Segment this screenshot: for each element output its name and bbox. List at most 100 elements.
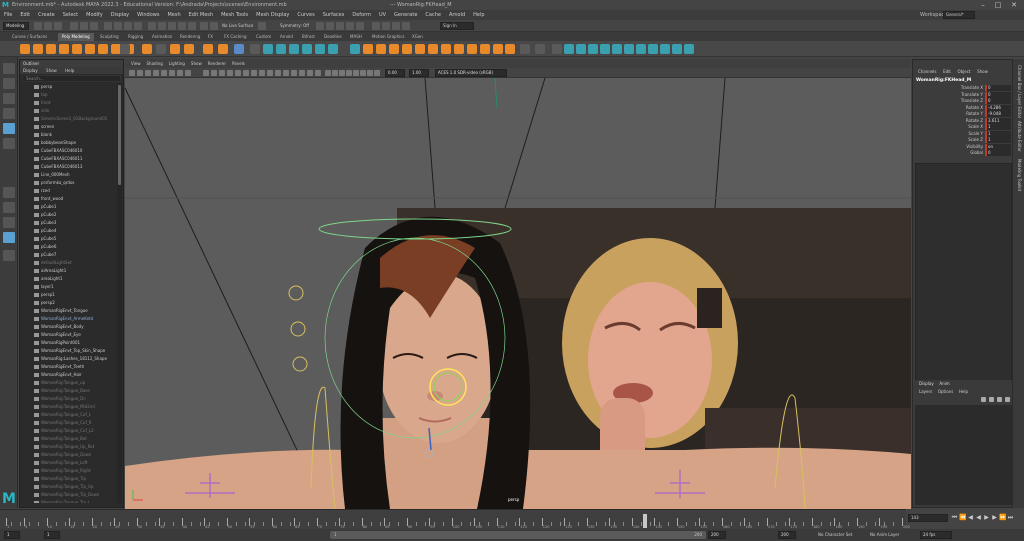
menu-mesh[interactable]: Mesh (163, 10, 184, 20)
status-tool-icon[interactable] (70, 22, 78, 30)
channel-box-menu-edit[interactable]: Edit (943, 69, 951, 74)
current-frame-marker[interactable] (643, 514, 648, 528)
viewport-menu-renderer[interactable]: Renderer (208, 61, 226, 66)
shelf-tab-fx[interactable]: FX (204, 33, 217, 41)
outliner-item[interactable]: rzed (20, 187, 117, 195)
shelf-tab-custom[interactable]: Custom (252, 33, 275, 41)
status-tool-icon[interactable] (80, 22, 88, 30)
menu-set-select[interactable]: Modeling (3, 22, 29, 30)
viewport-tool-icon[interactable] (259, 70, 265, 76)
viewport-tool-icon[interactable] (374, 70, 380, 76)
shelf-tool-icon[interactable] (636, 44, 646, 54)
outliner-item[interactable]: WomanRig:Tongue_Mid2nd (20, 403, 117, 411)
shelf-tool-icon[interactable] (120, 44, 130, 54)
viewport-tool-icon[interactable] (283, 70, 289, 76)
shelf-tool-icon[interactable] (276, 44, 286, 54)
menu-help[interactable]: Help (469, 10, 488, 20)
shelf-tool-icon[interactable] (624, 44, 634, 54)
outliner-item[interactable]: aiAreaLight1 (20, 267, 117, 275)
shelf-tab-arnold[interactable]: Arnold (276, 33, 297, 41)
outliner-item[interactable]: WomanRigEnvt_Body (20, 323, 117, 331)
shelf-tab-xgen[interactable]: XGen (408, 33, 427, 41)
viewport-tool-icon[interactable] (367, 70, 373, 76)
shelf-tool-icon[interactable] (20, 44, 30, 54)
select-tool-icon[interactable] (3, 63, 15, 74)
menu-arnold[interactable]: Arnold (445, 10, 469, 20)
maximize-icon[interactable]: □ (993, 1, 1003, 9)
menu-deform[interactable]: Deform (348, 10, 375, 20)
status-tool-icon[interactable] (258, 22, 266, 30)
status-tool-icon[interactable] (372, 22, 380, 30)
menu-select[interactable]: Select (59, 10, 82, 20)
channel-row[interactable]: Rotate X -4.286 (913, 104, 1013, 111)
playback-range-bar[interactable]: 1 200 (330, 531, 706, 539)
shelf-tool-icon[interactable] (454, 44, 464, 54)
menu-mesh-display[interactable]: Mesh Display (252, 10, 293, 20)
menu-file[interactable]: File (0, 10, 16, 20)
outliner-item[interactable]: WomanRig:Tongue_Cuf_L2 (20, 427, 117, 435)
menu-cache[interactable]: Cache (421, 10, 445, 20)
playback-start-field[interactable]: 1 (44, 531, 60, 539)
step-back-key-icon[interactable]: ⏪ (959, 514, 966, 522)
minimize-icon[interactable]: – (978, 1, 988, 9)
shelf-tool-icon[interactable] (564, 44, 574, 54)
shelf-tool-icon[interactable] (98, 44, 108, 54)
outliner-item[interactable]: pCube2 (20, 211, 117, 219)
outliner-item[interactable]: WomanRigEnvt_Hair (20, 371, 117, 379)
outliner-item[interactable]: pCube5 (20, 235, 117, 243)
outliner-item[interactable]: WomanRigEnvt_ArmeKetd (20, 315, 117, 323)
outliner-item[interactable]: WomanRigPoint001 (20, 339, 117, 347)
status-tool-icon[interactable] (90, 22, 98, 30)
outliner-item[interactable]: CubeFBXASC046011 (20, 155, 117, 163)
channel-value-field[interactable]: 1 (985, 124, 1011, 130)
step-back-frame-icon[interactable]: ◀ (967, 514, 974, 522)
viewport-tool-icon[interactable] (169, 70, 175, 76)
layer-menu-options[interactable]: Options (938, 389, 953, 394)
time-slider[interactable]: 1 5 10 15 20 25 30 35 40 45 50 55 60 65 70 75 80 85 90 95 10… (0, 509, 910, 529)
viewport-menu-panels[interactable]: Panels (232, 61, 245, 66)
layer-tab-anim[interactable]: Anim (939, 381, 949, 386)
shelf-tool-icon[interactable] (328, 44, 338, 54)
shelf-tool-icon[interactable] (234, 44, 244, 54)
shelf-tool-icon[interactable] (218, 44, 228, 54)
status-tool-icon[interactable] (210, 22, 218, 30)
outliner-item[interactable]: pCube3 (20, 219, 117, 227)
shelf-tool-icon[interactable] (315, 44, 325, 54)
outliner-item[interactable]: GenericScene1_01Background01 (20, 115, 117, 123)
shelf-tool-icon[interactable] (142, 44, 152, 54)
viewport-menu-show[interactable]: Show (191, 61, 202, 66)
layer-move-down-icon[interactable] (1005, 397, 1010, 402)
outliner-item[interactable]: Line_000Mesh (20, 171, 117, 179)
shelf-tab-bifrost[interactable]: Bifrost (298, 33, 319, 41)
viewport-tool-icon[interactable] (129, 70, 135, 76)
viewport-tool-icon[interactable] (275, 70, 281, 76)
outliner-menu-display[interactable]: Display (23, 68, 38, 73)
outliner-item[interactable]: blank (20, 131, 117, 139)
playback-end-field[interactable]: 200 (708, 531, 726, 539)
outliner-item[interactable]: WomanRig:Tongue_up (20, 379, 117, 387)
outliner-item[interactable]: CubeFBXASC046013 (20, 163, 117, 171)
outliner-item[interactable]: WomanRig:Tongue_Left (20, 459, 117, 467)
outliner-item[interactable]: CubeFBXASC046010 (20, 147, 117, 155)
outliner-item[interactable]: WomanRig:Tongue_Tip_L (20, 499, 117, 503)
channel-row[interactable]: Rotate Y -9.048 (913, 111, 1013, 117)
shelf-tool-icon[interactable] (672, 44, 682, 54)
shelf-tool-icon[interactable] (46, 44, 56, 54)
menu-edit-mesh[interactable]: Edit Mesh (185, 10, 217, 20)
gamma-field[interactable]: 1.00 (409, 69, 429, 77)
menu-create[interactable]: Create (34, 10, 59, 20)
viewport-tool-icon[interactable] (360, 70, 366, 76)
channel-row[interactable]: Scale Y1 (913, 130, 1013, 137)
status-tool-icon[interactable] (168, 22, 176, 30)
search-icon[interactable] (3, 250, 15, 261)
play-backwards-icon[interactable]: ◀ (975, 514, 982, 522)
viewport-tool-icon[interactable] (299, 70, 305, 76)
viewport-tool-icon[interactable] (339, 70, 345, 76)
outliner-item[interactable]: WomanRig:Tongue_Cuf_L (20, 411, 117, 419)
shelf-tab-fx-caching[interactable]: FX Caching (220, 33, 250, 41)
shelf-tool-icon[interactable] (493, 44, 503, 54)
channel-row[interactable]: Translate Y0 (913, 91, 1013, 98)
layer-tab-display[interactable]: Display (919, 381, 934, 386)
character-set-select[interactable]: No Character Set (818, 532, 852, 537)
close-icon[interactable]: ✕ (1009, 1, 1019, 9)
